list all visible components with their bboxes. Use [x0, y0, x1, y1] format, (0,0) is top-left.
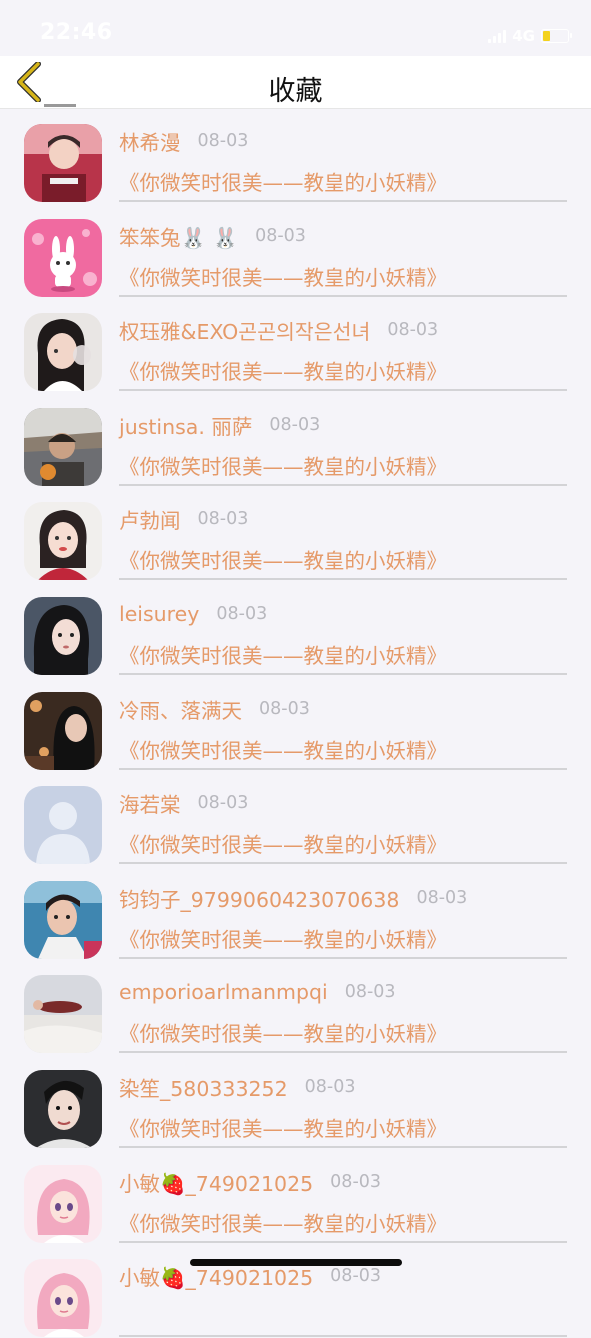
item-date: 08-03 [330, 1171, 382, 1192]
avatar[interactable] [24, 880, 102, 959]
item-date: 08-03 [387, 320, 439, 341]
avatar[interactable] [24, 313, 102, 392]
list-item[interactable]: 权珏雅&EXO곤곤의작은선녀 08-03 《你微笑时很美——教皇的小妖精》 [0, 297, 591, 392]
book-title[interactable]: 《你微笑时很美——教皇的小妖精》 [119, 357, 447, 387]
book-title[interactable]: 《你微笑时很美——教皇的小妖精》 [119, 1114, 447, 1144]
home-indicator[interactable] [190, 1259, 402, 1266]
avatar[interactable] [24, 407, 102, 486]
user-name[interactable]: 小敏🍓_749021025 [119, 1167, 313, 1197]
user-name[interactable]: 海若棠 [119, 788, 181, 818]
user-name[interactable]: 染笙_580333252 [119, 1072, 288, 1102]
list-item[interactable]: emporioarlmanmpqi 08-03 《你微笑时很美——教皇的小妖精》 [0, 959, 591, 1054]
list-item[interactable]: 小敏🍓_749021025 08-03 [0, 1243, 591, 1338]
item-date: 08-03 [259, 698, 310, 719]
list-item[interactable]: 钧钧子_979906042307063​8 08-03 《你微笑时很美——教皇的小妖… [0, 865, 591, 960]
item-date: 08-03 [255, 225, 306, 246]
user-name[interactable]: justinsa. 丽萨 [119, 410, 252, 440]
item-date: 08-03 [416, 887, 468, 908]
book-title[interactable]: 《你微笑时很美——教皇的小妖精》 [119, 1019, 447, 1049]
item-date: 08-03 [216, 603, 268, 624]
status-indicators: 4G [488, 26, 572, 46]
list-item[interactable]: 笨笨兔🐰 🐰 08-03 《你微笑时很美——教皇的小妖精》 [0, 203, 591, 298]
item-date: 08-03 [330, 1266, 382, 1287]
list-item[interactable]: leisurey 08-03 《你微笑时很美——教皇的小妖精》 [0, 581, 591, 676]
list-item[interactable]: 卢勃闻 08-03 《你微笑时很美——教皇的小妖精》 [0, 486, 591, 581]
user-name[interactable]: 笨笨兔🐰 🐰 [119, 221, 238, 251]
item-date: 08-03 [304, 1076, 356, 1097]
user-name[interactable]: 卢勃闻 [119, 504, 181, 534]
status-time: 22:46 [40, 20, 113, 45]
scroll-peek [44, 104, 76, 107]
book-title[interactable]: 《你微笑时很美——教皇的小妖精》 [119, 168, 447, 198]
name-line: 染笙_580333252 08-03 [119, 1070, 356, 1104]
avatar[interactable] [24, 502, 102, 581]
name-line: 海若棠 08-03 [119, 786, 248, 820]
book-title[interactable]: 《你微笑时很美——教皇的小妖精》 [119, 263, 447, 293]
list-item[interactable]: 林希漫 08-03 《你微笑时很美——教皇的小妖精》 [0, 108, 591, 203]
favorites-list: 林希漫 08-03 《你微笑时很美——教皇的小妖精》 笨笨兔🐰 🐰 08-03 《你微笑时… [0, 108, 591, 1338]
list-item[interactable]: 小敏🍓_749021025 08-03 《你微笑时很美——教皇的小妖精》 [0, 1149, 591, 1244]
name-line: 卢勃闻 08-03 [119, 502, 248, 536]
user-name[interactable]: 冷雨、落满天 [119, 694, 242, 724]
book-title[interactable]: 《你微笑时很美——教皇的小妖精》 [119, 1209, 447, 1239]
item-date: 08-03 [197, 793, 249, 814]
name-line: 钧钧子_979906042307063​8 08-03 [119, 881, 467, 915]
name-line: emporioarlmanmpqi 08-03 [119, 975, 396, 1009]
page-title: 收藏 [268, 76, 323, 107]
name-line: justinsa. 丽萨 08-03 [119, 408, 320, 442]
book-title[interactable]: 《你微笑时很美——教皇的小妖精》 [119, 452, 447, 482]
name-line: leisurey 08-03 [119, 597, 267, 631]
avatar[interactable] [24, 691, 102, 770]
avatar[interactable] [24, 1259, 102, 1338]
avatar[interactable] [24, 124, 102, 202]
user-name[interactable]: 钧钧子_979906042307063​8 [119, 883, 399, 913]
avatar[interactable] [24, 1164, 102, 1243]
list-item[interactable]: 冷雨、落满天 08-03 《你微笑时很美——教皇的小妖精》 [0, 676, 591, 771]
navigation-bar: 收藏 [0, 56, 591, 109]
item-date: 08-03 [197, 509, 249, 530]
name-line: 权珏雅&EXO곤곤의작은선녀 08-03 [119, 313, 438, 347]
item-date: 08-03 [197, 131, 249, 151]
avatar[interactable] [24, 1069, 102, 1148]
book-title[interactable]: 《你微笑时很美——教皇的小妖精》 [119, 736, 447, 766]
divider [119, 1335, 567, 1338]
network-type: 4G [512, 27, 535, 45]
item-date: 08-03 [344, 982, 396, 1003]
user-name[interactable]: 林希漫 [119, 126, 181, 156]
user-name[interactable]: 权珏雅&EXO곤곤의작은선녀 [119, 315, 370, 345]
status-bar: 22:46 4G [0, 0, 591, 56]
list-item[interactable]: justinsa. 丽萨 08-03 《你微笑时很美——教皇的小妖精》 [0, 392, 591, 487]
user-name[interactable]: leisurey [119, 602, 199, 626]
battery-icon [541, 29, 572, 43]
name-line: 小敏🍓_749021025 08-03 [119, 1165, 381, 1199]
name-line: 冷雨、落满天 08-03 [119, 692, 310, 726]
book-title[interactable]: 《你微笑时很美——教皇的小妖精》 [119, 925, 447, 955]
name-line: 林希漫 08-03 [119, 124, 248, 158]
book-title[interactable]: 《你微笑时很美——教皇的小妖精》 [119, 830, 447, 860]
user-name[interactable]: emporioarlmanmpqi [119, 980, 328, 1004]
signal-icon [488, 29, 507, 43]
list-item[interactable]: 染笙_580333252 08-03 《你微笑时很美——教皇的小妖精》 [0, 1054, 591, 1149]
book-title[interactable]: 《你微笑时很美——教皇的小妖精》 [119, 546, 447, 576]
avatar[interactable] [24, 975, 102, 1054]
list-item[interactable]: 海若棠 08-03 《你微笑时很美——教皇的小妖精》 [0, 770, 591, 865]
avatar[interactable] [24, 218, 102, 297]
avatar[interactable] [24, 786, 102, 865]
item-date: 08-03 [269, 414, 321, 435]
avatar[interactable] [24, 596, 102, 675]
book-title[interactable]: 《你微笑时很美——教皇的小妖精》 [119, 641, 447, 671]
name-line: 笨笨兔🐰 🐰 08-03 [119, 219, 306, 253]
